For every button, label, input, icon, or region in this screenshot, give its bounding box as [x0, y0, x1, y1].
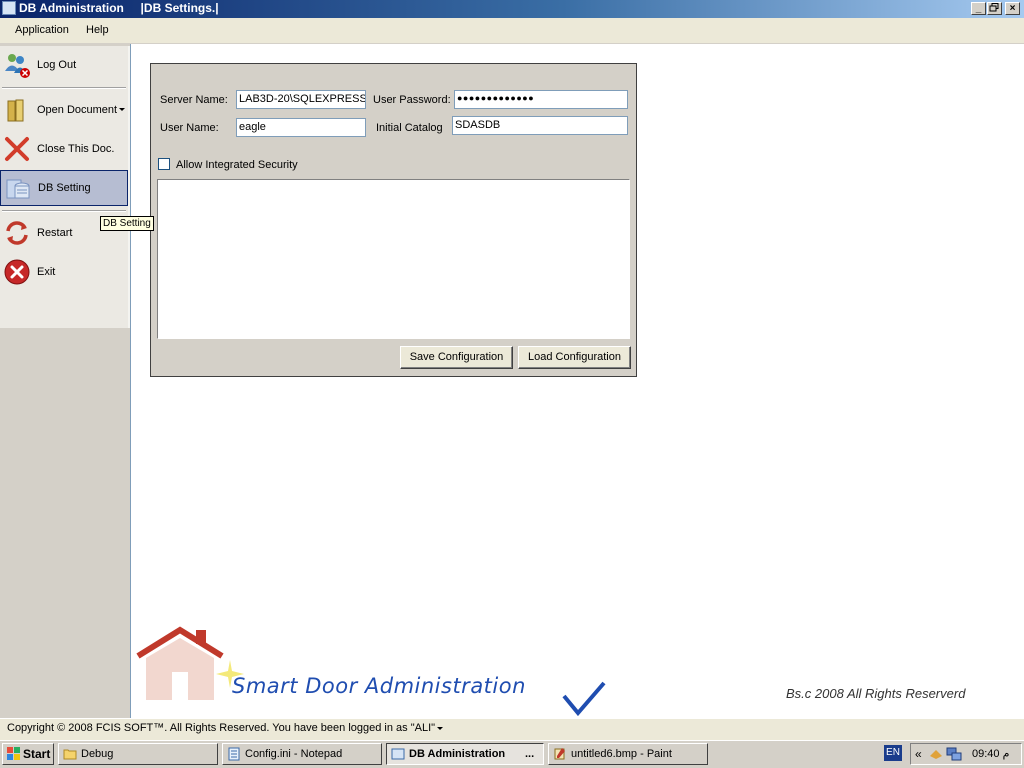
language-indicator[interactable]: EN: [884, 745, 902, 761]
menu-help[interactable]: Help: [86, 24, 109, 36]
users-logout-icon: [5, 54, 30, 78]
db-setting-tooltip: DB Setting: [100, 216, 154, 231]
taskbar-item-debug[interactable]: Debug: [58, 743, 218, 765]
windows-logo-icon: [7, 747, 20, 760]
paint-icon: [554, 748, 565, 760]
taskbar-item-label: untitled6.bmp - Paint: [571, 748, 672, 760]
status-dropdown-icon[interactable]: [437, 727, 443, 731]
integrated-security-label: Allow Integrated Security: [176, 159, 298, 171]
start-label: Start: [23, 747, 51, 761]
notepad-icon: [228, 747, 240, 761]
window-title: DB Administration |DB Settings.|: [19, 1, 219, 15]
user-password-label: User Password:: [373, 94, 451, 106]
integrated-security-checkbox[interactable]: [158, 158, 170, 170]
configuration-log-area[interactable]: [157, 179, 630, 339]
sidebar-item-label: Log Out: [37, 59, 77, 71]
menu-application[interactable]: Application: [15, 24, 69, 36]
server-name-label: Server Name:: [160, 94, 228, 106]
taskbar-item-label: Config.ini - Notepad: [245, 748, 343, 760]
restart-icon: [6, 221, 28, 245]
taskbar-item-label: DB Administration: [409, 748, 506, 760]
sidebar-item-label: Close This Doc.: [37, 143, 115, 155]
user-name-label: User Name:: [160, 122, 219, 134]
user-name-input[interactable]: eagle: [236, 118, 366, 137]
restore-button[interactable]: [987, 2, 1002, 15]
rights-text: Bs.c 2008 All Rights Reserverd: [786, 686, 966, 701]
sidebar-divider: [2, 87, 126, 89]
sidebar-item-label: Open Document: [37, 104, 118, 116]
app-window-icon: [391, 748, 405, 760]
logo-text: Smart Door Administration: [232, 674, 526, 698]
sidebar-divider: [2, 210, 126, 212]
initial-catalog-input[interactable]: SDASDB: [452, 116, 628, 135]
taskbar-item-ellipsis: ...: [525, 748, 535, 760]
folder-icon: [63, 749, 77, 760]
app-icon[interactable]: [2, 1, 16, 15]
status-text: Copyright © 2008 FCIS SOFT™. All Rights …: [7, 722, 436, 734]
exit-icon: [4, 259, 30, 285]
house-logo-icon: [136, 626, 224, 700]
sidebar-item-log-out[interactable]: Log Out: [0, 47, 128, 83]
sidebar-item-label: Exit: [37, 266, 56, 278]
start-button[interactable]: Start: [2, 743, 54, 765]
sidebar-item-exit[interactable]: Exit: [0, 254, 128, 290]
save-configuration-button[interactable]: Save Configuration: [400, 346, 513, 369]
database-settings-icon: [6, 179, 30, 199]
taskbar-item-notepad[interactable]: Config.ini - Notepad: [222, 743, 382, 765]
sidebar-item-label: Restart: [37, 227, 73, 239]
taskbar-item-paint[interactable]: untitled6.bmp - Paint: [548, 743, 708, 765]
sidebar-item-close-doc[interactable]: Close This Doc.: [0, 131, 128, 167]
taskbar-item-label: Debug: [81, 748, 114, 760]
checkmark-icon: [562, 681, 606, 716]
taskbar-item-db-administration[interactable]: DB Administration ...: [386, 743, 544, 765]
open-document-icon: [7, 99, 24, 122]
tray-expand-chevron[interactable]: «: [915, 747, 922, 761]
minimize-button[interactable]: _: [971, 2, 986, 15]
clock: 09:40 م: [972, 748, 1010, 760]
close-button[interactable]: ×: [1005, 2, 1020, 15]
restore-icon: [989, 3, 999, 12]
user-password-input[interactable]: ●●●●●●●●●●●●●: [454, 90, 628, 109]
server-name-input[interactable]: LAB3D-20\SQLEXPRESS: [236, 90, 366, 109]
network-icon[interactable]: [946, 746, 962, 762]
load-configuration-button[interactable]: Load Configuration: [518, 346, 631, 369]
menu-bar: [0, 18, 1024, 44]
close-doc-x-icon: [5, 137, 29, 161]
dropdown-arrow-icon: [119, 108, 125, 111]
sidebar-item-label: DB Setting: [38, 182, 91, 194]
initial-catalog-label: Initial Catalog: [376, 122, 443, 134]
sidebar-item-db-setting[interactable]: DB Setting: [0, 170, 128, 206]
sidebar-item-open-document[interactable]: Open Document: [0, 92, 128, 128]
tray-app-icon[interactable]: [928, 746, 944, 762]
